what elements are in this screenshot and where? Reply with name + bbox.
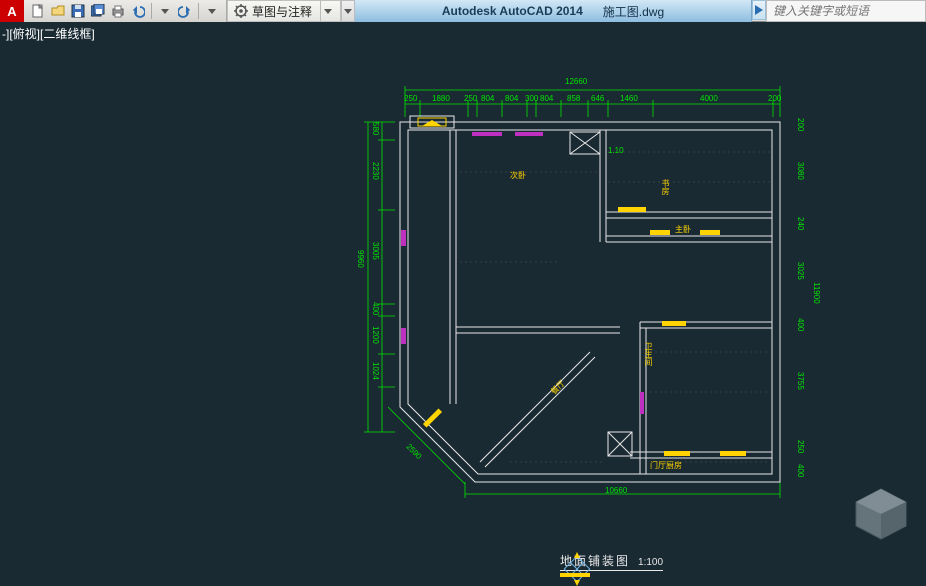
quick-access-toolbar [24, 0, 227, 22]
material-marker [720, 451, 746, 456]
dim-text: 10660 [605, 486, 627, 495]
room-label: 主卧 [675, 224, 691, 235]
print-icon[interactable] [109, 2, 127, 20]
redo-icon[interactable] [176, 2, 194, 20]
title-bar: A 草图与注释 [0, 0, 926, 22]
dim-text: 12660 [565, 77, 587, 86]
dim-text: 250 [404, 94, 417, 103]
undo-dropdown-icon[interactable] [156, 2, 174, 20]
save-icon[interactable] [69, 2, 87, 20]
dim-text: 300 [525, 94, 538, 103]
dim-text: 2230 [371, 162, 380, 180]
dim-text: 1200 [371, 326, 380, 344]
open-icon[interactable] [49, 2, 67, 20]
window-marker [401, 230, 406, 246]
room-label: 门厅厨房 [650, 460, 682, 471]
dim-text: 3080 [796, 162, 805, 180]
viewcube[interactable] [851, 484, 911, 544]
compass-icon [560, 552, 594, 586]
toolbar-separator [151, 3, 152, 19]
dim-text: 250 [464, 94, 477, 103]
dim-text: 4000 [700, 94, 718, 103]
room-label: 卫生间 [643, 342, 654, 366]
window-marker [640, 392, 644, 414]
material-marker [560, 573, 590, 577]
dim-text: 1024 [371, 362, 380, 380]
dim-text: 400 [796, 318, 805, 331]
window-marker [515, 132, 543, 136]
drawing-scale: 1:100 [638, 557, 663, 568]
workspace-dropdown-icon[interactable] [320, 1, 334, 21]
search-input[interactable] [766, 0, 926, 22]
dim-text: 400 [796, 464, 805, 477]
room-label: 书房 [660, 179, 671, 195]
dim-text: 804 [540, 94, 553, 103]
toolbar-separator [198, 3, 199, 19]
drawing-svg [360, 82, 790, 552]
dim-text: 3755 [796, 372, 805, 390]
floor-plan: 12660 250 1880 250 804 804 300 804 858 6… [360, 82, 790, 512]
dim-text: 3025 [796, 262, 805, 280]
logo-letter: A [7, 4, 16, 19]
material-marker [662, 321, 686, 326]
room-label: 次卧 [510, 170, 526, 181]
dim-text: 580 [371, 122, 380, 135]
dim-text: 400 [371, 302, 380, 315]
window-marker [472, 132, 502, 136]
dim-text: 1460 [620, 94, 638, 103]
dim-text: 804 [481, 94, 494, 103]
dim-text: 240 [796, 217, 805, 230]
dim-text: 200 [768, 94, 781, 103]
dim-text: 646 [591, 94, 604, 103]
dim-text: 804 [505, 94, 518, 103]
dim-text: 1880 [432, 94, 450, 103]
dim-text: 3005 [371, 242, 380, 260]
dim-text: 11900 [812, 282, 821, 304]
saveas-icon[interactable] [89, 2, 107, 20]
app-name: Autodesk AutoCAD 2014 [442, 4, 583, 18]
dim-text: 9960 [356, 250, 365, 268]
dim-text: 1.10 [608, 146, 624, 155]
dim-text: 858 [567, 94, 580, 103]
window-marker [401, 328, 406, 344]
dim-text: 200 [796, 118, 805, 131]
viewport-label[interactable]: -][俯视][二维线框] [2, 25, 95, 42]
new-icon[interactable] [29, 2, 47, 20]
title-area: Autodesk AutoCAD 2014 施工图.dwg [355, 0, 752, 22]
help-dropdown-icon[interactable] [752, 0, 766, 20]
drawing-viewport[interactable]: -][俯视][二维线框] [0, 22, 926, 564]
gear-icon [234, 4, 248, 18]
qat-customize-dropdown[interactable] [341, 0, 355, 22]
file-name: 施工图.dwg [603, 3, 664, 20]
redo-dropdown-icon[interactable] [203, 2, 221, 20]
material-marker [700, 230, 720, 235]
drawing-title-block: 地面铺装图 1:100 [560, 552, 663, 577]
workspace-label: 草图与注释 [252, 3, 312, 20]
material-marker [664, 451, 690, 456]
undo-icon[interactable] [129, 2, 147, 20]
workspace-switcher[interactable]: 草图与注释 [227, 0, 341, 22]
dim-text: 250 [796, 440, 805, 453]
app-logo[interactable]: A [0, 0, 24, 22]
material-marker [618, 207, 646, 212]
material-marker [650, 230, 670, 235]
